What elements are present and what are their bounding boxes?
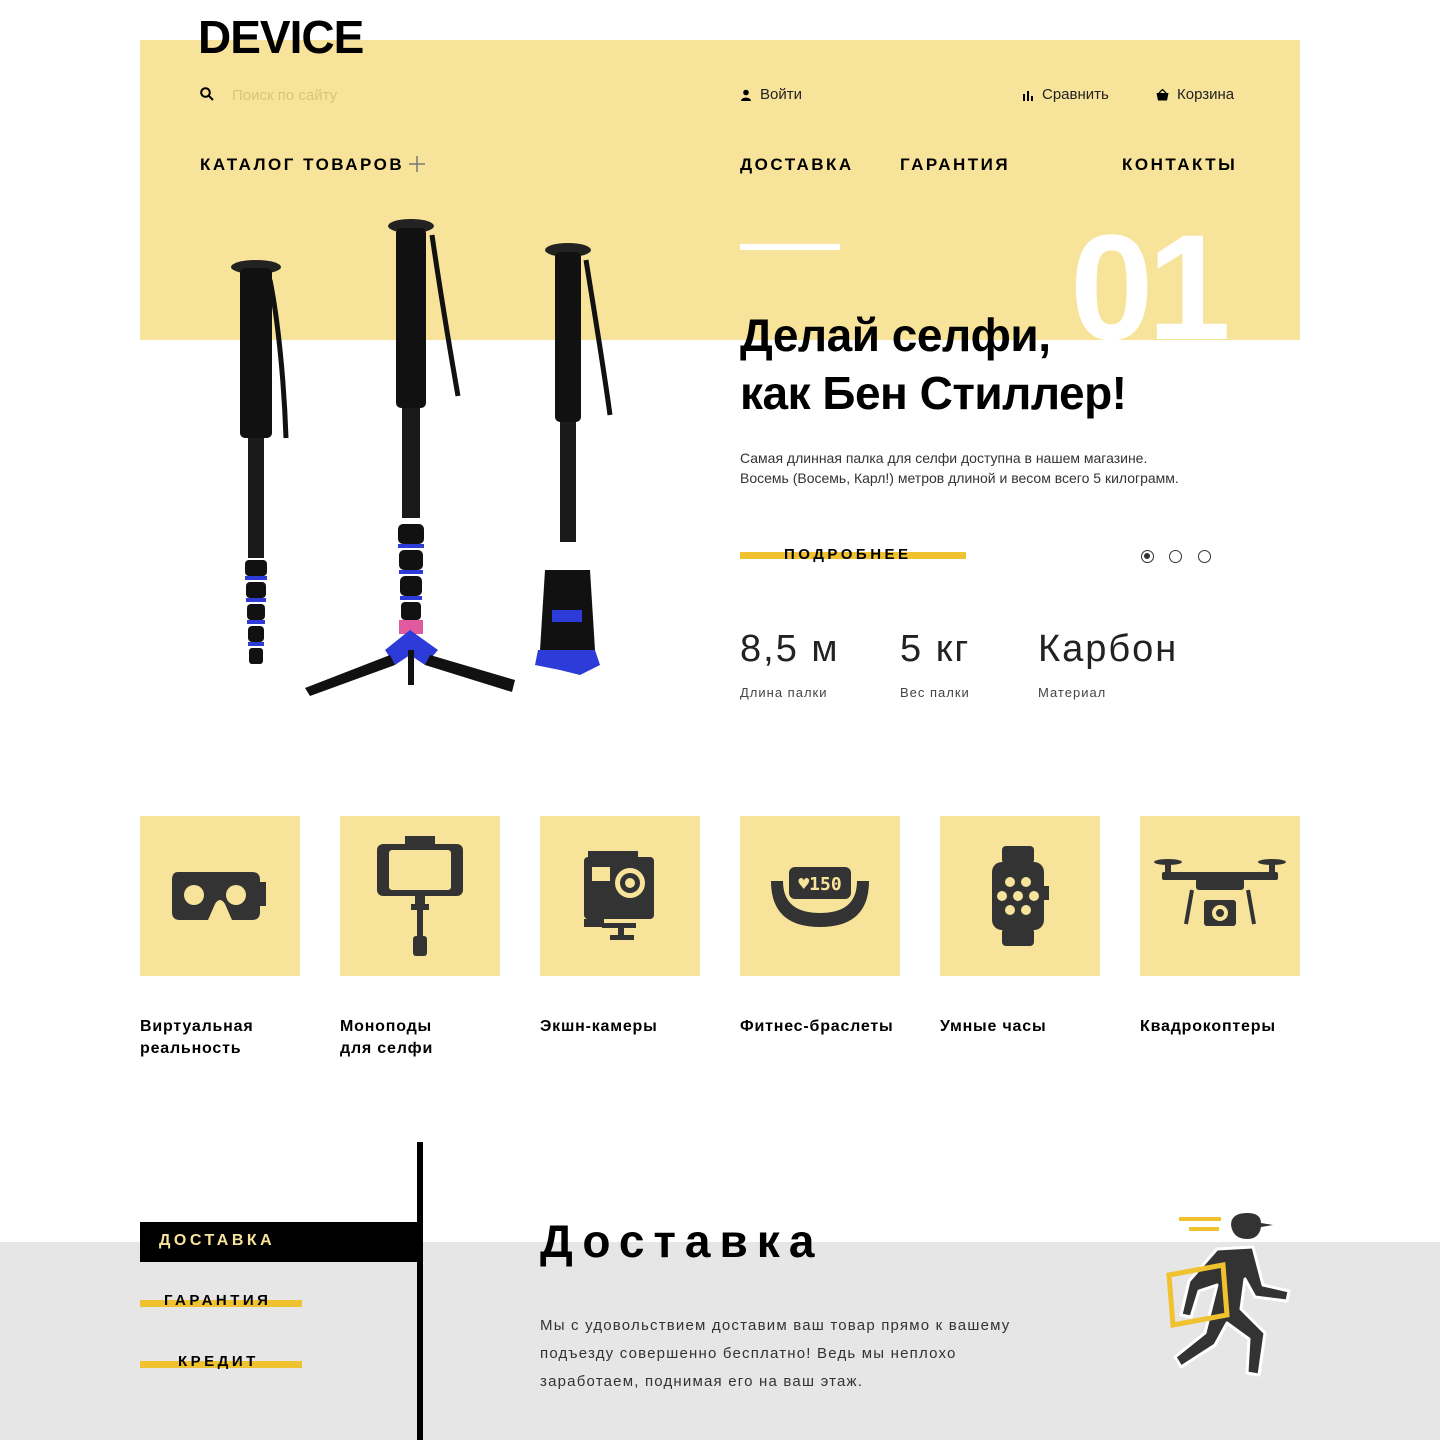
category-label-monopods[interactable]: Моноподы для селфи (340, 1016, 510, 1060)
hero-title: Делай селфи, как Бен Стиллер! (740, 306, 1260, 422)
smartwatch-icon (992, 846, 1049, 946)
category-label-action-cams[interactable]: Экшн-камеры (540, 1016, 710, 1038)
stat-length-label: Длина палки (740, 685, 828, 700)
service-tab-delivery[interactable]: ДОСТАВКА (140, 1222, 420, 1262)
nav-catalog[interactable]: КАТАЛОГ ТОВАРОВ (200, 155, 404, 175)
monopod-left (231, 260, 289, 664)
category-label-drones[interactable]: Квадрокоптеры (1140, 1016, 1310, 1038)
nav-contacts[interactable]: КОНТАКТЫ (1122, 155, 1237, 175)
service-tab-label: КРЕДИТ (178, 1353, 259, 1370)
hero-accent-line (740, 244, 840, 250)
hero-title-line2: как Бен Стиллер! (740, 367, 1127, 419)
logo[interactable]: DEVICE (198, 14, 364, 60)
category-tile-fitness[interactable]: ♥150 (740, 816, 900, 976)
monopod-product-image (231, 219, 613, 696)
category-label-fitness[interactable]: Фитнес-браслеты (740, 1016, 910, 1038)
quadcopter-icon (1154, 859, 1286, 926)
nav-warranty[interactable]: ГАРАНТИЯ (900, 155, 1010, 175)
category-label-line: Экшн-камеры (540, 1018, 658, 1035)
search-input[interactable] (232, 84, 492, 106)
hero-desc-line2: Восемь (Восемь, Карл!) метров длиной и в… (740, 470, 1179, 486)
stat-material-value: Карбон (1038, 628, 1179, 670)
category-tile-vr[interactable] (140, 816, 300, 976)
service-tab-label: ДОСТАВКА (159, 1232, 276, 1249)
category-label-line: Моноподы (340, 1018, 432, 1035)
category-label-vr[interactable]: Виртуальная реальность (140, 1016, 310, 1060)
more-button[interactable]: ПОДРОБНЕЕ (740, 546, 966, 568)
hero-title-line1: Делай селфи, (740, 309, 1051, 361)
nav-delivery[interactable]: ДОСТАВКА (740, 155, 854, 175)
cart-link[interactable]: Корзина (1156, 86, 1234, 103)
compare-link[interactable]: Сравнить (1022, 86, 1109, 103)
login-label: Войти (760, 86, 802, 103)
cart-label: Корзина (1177, 86, 1235, 103)
category-label-line: Виртуальная (140, 1018, 254, 1035)
search-icon[interactable] (200, 87, 214, 101)
service-tab-credit[interactable]: КРЕДИТ (140, 1353, 302, 1375)
category-label-line: Фитнес-браслеты (740, 1018, 894, 1035)
category-label-line: реальность (140, 1040, 242, 1057)
selfie-monopod-icon (377, 836, 463, 956)
services-divider (417, 1142, 423, 1440)
compare-label: Сравнить (1042, 86, 1109, 103)
hero-desc-line1: Самая длинная палка для селфи доступна в… (740, 450, 1148, 466)
basket-icon (1156, 88, 1169, 100)
category-label-line: Квадрокоптеры (1140, 1018, 1276, 1035)
user-icon (741, 89, 751, 101)
stat-length-value: 8,5 м (740, 628, 840, 670)
category-label-line: Умные часы (940, 1018, 1047, 1035)
service-title: Доставка (540, 1215, 824, 1267)
fitness-band-display: ♥150 (798, 874, 841, 895)
stat-weight-label: Вес палки (900, 685, 970, 700)
slider-dot-2[interactable] (1169, 550, 1182, 563)
category-tile-action-cams[interactable] (540, 816, 700, 976)
slider-dot-1[interactable] (1141, 550, 1154, 563)
service-tab-label: ГАРАНТИЯ (164, 1292, 272, 1309)
stat-material-label: Материал (1038, 685, 1107, 700)
category-tile-watches[interactable] (940, 816, 1100, 976)
more-button-label: ПОДРОБНЕЕ (784, 546, 912, 563)
fitness-band-icon: ♥150 (771, 867, 869, 927)
category-tile-monopods[interactable] (340, 816, 500, 976)
hero-description: Самая длинная палка для селфи доступна в… (740, 448, 1260, 488)
bar-chart-icon (1023, 90, 1033, 101)
login-link[interactable]: Войти (740, 86, 802, 103)
service-text: Мы с удовольствием доставим ваш товар пр… (540, 1317, 1011, 1390)
monopod-right (535, 243, 613, 675)
stat-weight-value: 5 кг (900, 628, 971, 670)
monopod-center (305, 219, 515, 696)
service-tab-warranty[interactable]: ГАРАНТИЯ (140, 1292, 302, 1314)
category-tile-drones[interactable] (1140, 816, 1300, 976)
vr-headset-icon (172, 872, 266, 920)
category-label-watches[interactable]: Умные часы (940, 1016, 1110, 1038)
delivery-runner-icon (1166, 1211, 1291, 1377)
action-camera-icon (584, 851, 654, 940)
category-label-line: для селфи (340, 1040, 434, 1057)
slider-dot-3[interactable] (1198, 550, 1211, 563)
plus-icon[interactable] (408, 155, 426, 173)
